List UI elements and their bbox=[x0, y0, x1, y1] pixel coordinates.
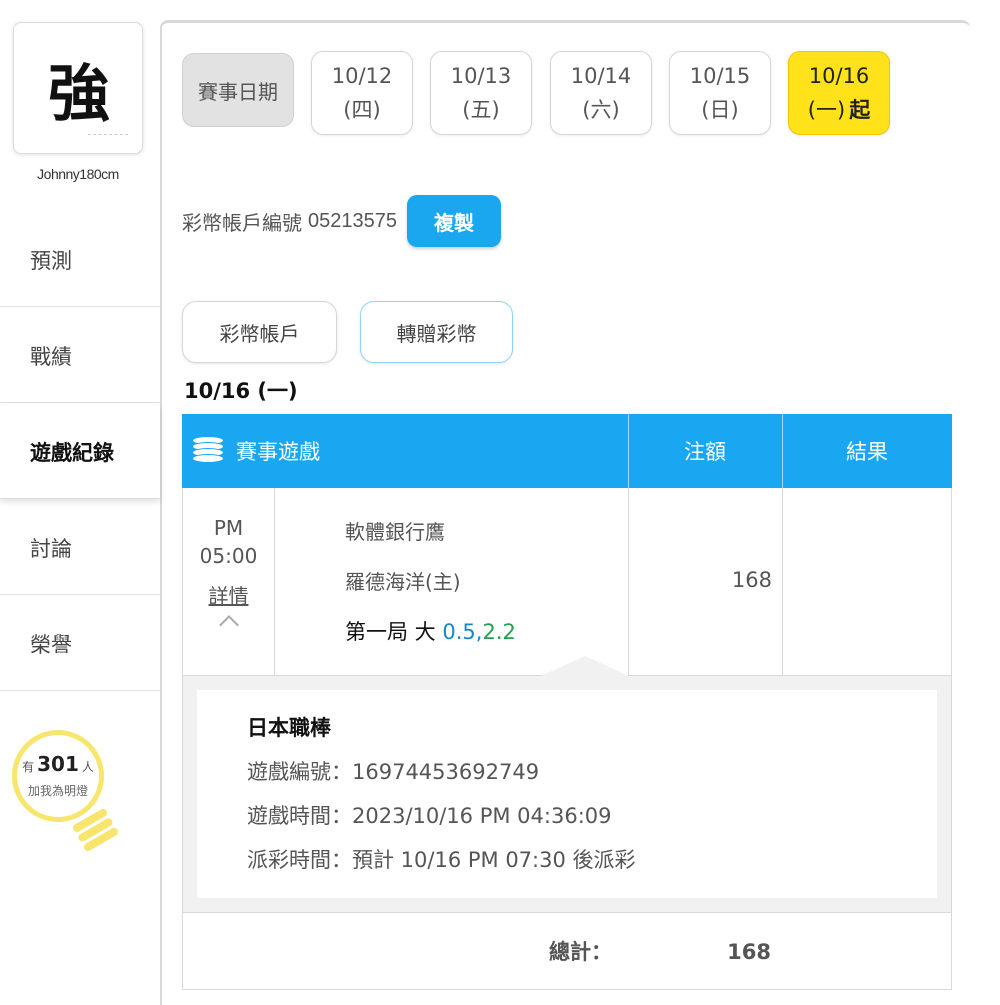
fans-suffix: 人 bbox=[81, 760, 94, 774]
day-text: (六) bbox=[582, 98, 620, 122]
avatar-calligraphy: 強 bbox=[47, 57, 110, 130]
follow-bulb[interactable]: 有 301 人 加我為明燈 bbox=[12, 730, 122, 866]
game-detail-panel: 日本職棒 遊戲編號：16974453692749 遊戲時間：2023/10/16… bbox=[182, 656, 952, 912]
sidebar-item-discussion[interactable]: 討論 bbox=[0, 501, 160, 595]
day-text: (四) bbox=[343, 98, 381, 122]
copy-button[interactable]: 複製 bbox=[406, 195, 501, 247]
date-text: 10/12 bbox=[331, 64, 393, 88]
day-line: (一) 起 bbox=[808, 93, 870, 127]
sidebar-item-label: 戰績 bbox=[30, 344, 72, 369]
fans-prefix: 有 bbox=[22, 760, 35, 774]
header-stake: 注額 bbox=[684, 440, 726, 464]
sidebar-item-label: 討論 bbox=[30, 536, 72, 561]
avatar-signature-line bbox=[88, 134, 128, 135]
header-game-label: 賽事遊戲 bbox=[236, 440, 320, 464]
sidebar-item-label: 遊戲紀錄 bbox=[30, 440, 114, 465]
detail-pointer bbox=[541, 656, 629, 676]
date-text: 10/14 bbox=[570, 64, 632, 88]
total-label: 總計： bbox=[549, 940, 612, 964]
coins-icon bbox=[192, 436, 224, 466]
game-cell: 軟體銀行鷹 羅德海洋(主) 第一局 大 0.5,2.2 bbox=[275, 488, 629, 676]
account-number: 05213575 bbox=[308, 209, 397, 232]
day-suffix: 起 bbox=[849, 98, 871, 122]
fans-caption: 加我為明燈 bbox=[27, 784, 88, 798]
day-text: (一) bbox=[807, 98, 846, 122]
header-game: 賽事遊戲 bbox=[182, 414, 628, 488]
date-label: 賽事日期 bbox=[182, 53, 294, 127]
odds-value: 2.2 bbox=[482, 620, 516, 644]
chevron-up-icon[interactable] bbox=[218, 615, 239, 635]
time-value: 05:00 bbox=[199, 544, 258, 568]
account-row: 彩幣帳戶編號 05213575 複製 bbox=[182, 195, 501, 247]
date-text: 10/15 bbox=[689, 64, 751, 88]
stake-cell: 168 bbox=[629, 488, 783, 676]
time-cell: PM 05:00 詳情 bbox=[183, 488, 275, 676]
game-time: 遊戲時間：2023/10/16 PM 04:36:09 bbox=[247, 804, 612, 828]
league-name: 日本職棒 bbox=[247, 716, 331, 740]
total-row: 總計： 168 bbox=[182, 912, 952, 990]
sidebar-item-label: 榮譽 bbox=[30, 632, 72, 657]
transfer-coins-button[interactable]: 轉贈彩幣 bbox=[360, 301, 513, 363]
date-tab-10-13[interactable]: 10/13 (五) bbox=[430, 51, 532, 135]
total-value: 168 bbox=[727, 940, 771, 964]
game-id: 遊戲編號：16974453692749 bbox=[247, 760, 540, 784]
details-link[interactable]: 詳情 bbox=[183, 582, 274, 610]
sidebar-item-honor[interactable]: 榮譽 bbox=[0, 597, 160, 691]
date-text: 10/13 bbox=[450, 64, 512, 88]
date-tab-10-14[interactable]: 10/14 (六) bbox=[550, 51, 652, 135]
date-text: 10/16 bbox=[808, 64, 870, 88]
username[interactable]: Johnny180cm bbox=[0, 166, 156, 182]
coin-account-button[interactable]: 彩幣帳戶 bbox=[182, 301, 337, 363]
bulb-icon bbox=[12, 730, 104, 822]
sidebar-item-game-history[interactable]: 遊戲紀錄 bbox=[0, 405, 160, 499]
sidebar-item-label: 預測 bbox=[30, 248, 72, 273]
date-tab-10-15[interactable]: 10/15 (日) bbox=[669, 51, 771, 135]
date-heading: 10/16 (一) bbox=[184, 379, 298, 403]
fans-count-line: 有 301 人 bbox=[12, 752, 104, 776]
day-text: (五) bbox=[462, 98, 500, 122]
team-away: 軟體銀行鷹 bbox=[345, 520, 445, 544]
sidebar-item-record[interactable]: 戰績 bbox=[0, 309, 160, 403]
table-header: 賽事遊戲 注額 結果 bbox=[182, 414, 952, 488]
detail-content: 日本職棒 遊戲編號：16974453692749 遊戲時間：2023/10/16… bbox=[197, 690, 937, 898]
avatar[interactable]: 強 bbox=[13, 22, 143, 154]
main-panel: 賽事日期 10/12 (四) 10/13 (五) 10/14 (六) 10/15… bbox=[160, 20, 970, 1005]
account-label: 彩幣帳戶編號 bbox=[182, 210, 302, 235]
sidebar-item-predict[interactable]: 預測 bbox=[0, 213, 160, 307]
table-row: PM 05:00 詳情 軟體銀行鷹 羅德海洋(主) 第一局 大 0.5,2.2 … bbox=[182, 488, 952, 676]
game-history-table: 賽事遊戲 注額 結果 PM 05:00 詳情 軟體銀行鷹 羅德海洋(主) 第一局… bbox=[182, 414, 952, 990]
result-cell bbox=[783, 488, 951, 676]
bet-type: 第一局 大 bbox=[345, 620, 436, 644]
odds-line: 0.5, bbox=[442, 620, 483, 644]
time-period: PM bbox=[213, 516, 244, 540]
day-text: (日) bbox=[701, 98, 739, 122]
sidebar: 強 Johnny180cm 預測 戰績 遊戲紀錄 討論 榮譽 有 301 人 加我為… bbox=[0, 0, 160, 1000]
team-home: 羅德海洋(主) bbox=[345, 570, 461, 594]
payout-time: 派彩時間：預計 10/16 PM 07:30 後派彩 bbox=[247, 848, 636, 872]
header-result: 結果 bbox=[846, 440, 888, 464]
date-tab-10-16[interactable]: 10/16 (一) 起 bbox=[788, 51, 890, 135]
date-tab-10-12[interactable]: 10/12 (四) bbox=[311, 51, 413, 135]
fans-count: 301 bbox=[37, 752, 79, 776]
